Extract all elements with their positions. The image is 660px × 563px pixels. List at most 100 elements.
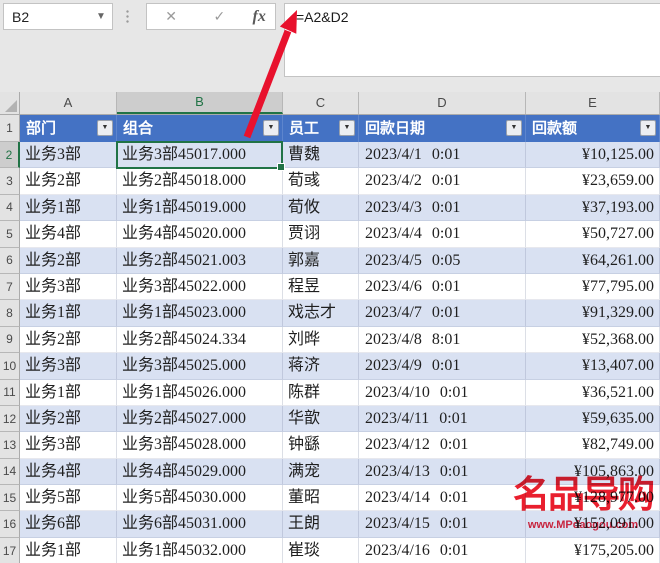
insert-function-icon[interactable]: fx	[253, 8, 266, 26]
filter-dropdown-icon[interactable]: ▼	[640, 120, 656, 136]
cell-c-dept[interactable]: 业务3部	[20, 142, 117, 169]
filter-dropdown-icon[interactable]: ▼	[97, 120, 113, 136]
cell-c-emp[interactable]: 蒋济	[283, 353, 359, 380]
cell-c-amt[interactable]: ¥128,977.00	[526, 485, 660, 512]
column-header-A[interactable]: A	[20, 92, 117, 114]
cell-c-date[interactable]: 2023/4/7 0:01	[359, 300, 526, 327]
cell-c-date[interactable]: 2023/4/4 0:01	[359, 221, 526, 248]
cell-c-date[interactable]: 2023/4/9 0:01	[359, 353, 526, 380]
cell-c-emp[interactable]: 陈群	[283, 379, 359, 406]
cell-c-date[interactable]: 2023/4/8 8:01	[359, 326, 526, 354]
cell-c-dept[interactable]: 业务1部	[20, 300, 117, 327]
cell-c-date[interactable]: 2023/4/13 0:01	[359, 458, 526, 486]
cell-c-combo[interactable]: 业务3部45025.000	[117, 353, 283, 380]
cell-c-emp[interactable]: 王朗	[283, 511, 359, 538]
row-header-2[interactable]: 2	[0, 142, 20, 169]
cell-c-amt[interactable]: ¥52,368.00	[526, 326, 660, 354]
cell-c-dept[interactable]: 业务3部	[20, 432, 117, 459]
cell-c-amt[interactable]: ¥175,205.00	[526, 537, 660, 563]
cell-c-emp[interactable]: 荀攸	[283, 194, 359, 222]
cell-c-date[interactable]: 2023/4/16 0:01	[359, 537, 526, 563]
row-header-14[interactable]: 14	[0, 458, 20, 486]
cell-c-dept[interactable]: 业务1部	[20, 379, 117, 406]
header-cell-c-emp[interactable]: 员工 ▼	[283, 115, 359, 142]
cell-c-date[interactable]: 2023/4/14 0:01	[359, 485, 526, 512]
cell-c-emp[interactable]: 满宠	[283, 458, 359, 486]
filter-dropdown-icon[interactable]: ▼	[263, 120, 279, 136]
cell-c-dept[interactable]: 业务3部	[20, 353, 117, 380]
cell-c-date[interactable]: 2023/4/11 0:01	[359, 405, 526, 433]
header-cell-c-date[interactable]: 回款日期 ▼	[359, 115, 526, 142]
header-cell-c-dept[interactable]: 部门 ▼	[20, 115, 117, 142]
cell-c-amt[interactable]: ¥82,749.00	[526, 432, 660, 459]
formula-bar[interactable]: =A2&D2	[284, 3, 660, 77]
cell-c-emp[interactable]: 刘晔	[283, 326, 359, 354]
row-header-1[interactable]: 1	[0, 115, 20, 142]
cell-c-dept[interactable]: 业务5部	[20, 485, 117, 512]
filter-dropdown-icon[interactable]: ▼	[506, 120, 522, 136]
cell-c-date[interactable]: 2023/4/12 0:01	[359, 432, 526, 459]
cell-c-emp[interactable]: 程昱	[283, 273, 359, 301]
select-all-corner[interactable]	[0, 92, 20, 115]
cell-c-date[interactable]: 2023/4/10 0:01	[359, 379, 526, 406]
cell-c-dept[interactable]: 业务3部	[20, 273, 117, 301]
cell-c-amt[interactable]: ¥10,125.00	[526, 142, 660, 169]
filter-dropdown-icon[interactable]: ▼	[339, 120, 355, 136]
cell-c-combo[interactable]: 业务3部45028.000	[117, 432, 283, 459]
cell-c-combo[interactable]: 业务5部45030.000	[117, 485, 283, 512]
cell-c-combo[interactable]: 业务1部45023.000	[117, 300, 283, 327]
row-header-7[interactable]: 7	[0, 273, 20, 301]
name-box-value[interactable]: B2	[4, 9, 90, 25]
row-header-15[interactable]: 15	[0, 485, 20, 512]
row-header-3[interactable]: 3	[0, 168, 20, 195]
row-header-6[interactable]: 6	[0, 247, 20, 274]
cell-c-combo[interactable]: 业务1部45032.000	[117, 537, 283, 563]
cell-c-combo[interactable]: 业务2部45027.000	[117, 405, 283, 433]
cell-c-emp[interactable]: 曹魏	[283, 142, 359, 169]
cell-c-emp[interactable]: 华歆	[283, 405, 359, 433]
row-header-17[interactable]: 17	[0, 537, 20, 563]
name-box[interactable]: B2 ▼	[3, 3, 113, 30]
column-header-B[interactable]: B	[117, 92, 283, 114]
name-box-dropdown-icon[interactable]: ▼	[90, 11, 112, 22]
cell-c-combo[interactable]: 业务1部45026.000	[117, 379, 283, 406]
row-header-4[interactable]: 4	[0, 194, 20, 222]
cell-c-amt[interactable]: ¥105,863.00	[526, 458, 660, 486]
cell-c-combo[interactable]: 业务1部45019.000	[117, 194, 283, 222]
row-header-13[interactable]: 13	[0, 432, 20, 459]
cell-c-date[interactable]: 2023/4/2 0:01	[359, 168, 526, 195]
cell-c-combo[interactable]: 业务2部45018.000	[117, 168, 283, 195]
cell-c-emp[interactable]: 荀彧	[283, 168, 359, 195]
cell-c-combo[interactable]: 业务3部45017.000	[117, 142, 283, 169]
row-header-5[interactable]: 5	[0, 221, 20, 248]
cell-c-dept[interactable]: 业务2部	[20, 168, 117, 195]
cell-c-date[interactable]: 2023/4/15 0:01	[359, 511, 526, 538]
row-header-12[interactable]: 12	[0, 405, 20, 433]
row-header-16[interactable]: 16	[0, 511, 20, 538]
cell-c-amt[interactable]: ¥152,091.00	[526, 511, 660, 538]
cell-c-amt[interactable]: ¥59,635.00	[526, 405, 660, 433]
row-header-8[interactable]: 8	[0, 300, 20, 327]
cell-c-amt[interactable]: ¥37,193.00	[526, 194, 660, 222]
row-header-9[interactable]: 9	[0, 326, 20, 354]
cell-c-combo[interactable]: 业务3部45022.000	[117, 273, 283, 301]
cell-c-dept[interactable]: 业务2部	[20, 247, 117, 274]
cell-c-combo[interactable]: 业务2部45021.003	[117, 247, 283, 274]
column-header-E[interactable]: E	[526, 92, 660, 114]
cell-c-dept[interactable]: 业务2部	[20, 405, 117, 433]
cell-c-emp[interactable]: 贾诩	[283, 221, 359, 248]
column-header-D[interactable]: D	[359, 92, 526, 114]
cell-c-date[interactable]: 2023/4/1 0:01	[359, 142, 526, 169]
cell-c-date[interactable]: 2023/4/3 0:01	[359, 194, 526, 222]
formula-bar-drag-handle[interactable]	[126, 9, 129, 25]
cancel-icon[interactable]: ✕	[156, 8, 186, 25]
cell-c-amt[interactable]: ¥36,521.00	[526, 379, 660, 406]
cell-c-amt[interactable]: ¥91,329.00	[526, 300, 660, 327]
cell-c-dept[interactable]: 业务6部	[20, 511, 117, 538]
enter-icon[interactable]: ✓	[204, 8, 234, 25]
cell-c-dept[interactable]: 业务4部	[20, 221, 117, 248]
column-header-C[interactable]: C	[283, 92, 359, 114]
cell-c-combo[interactable]: 业务2部45024.334	[117, 326, 283, 354]
cell-c-emp[interactable]: 戏志才	[283, 300, 359, 327]
cell-c-emp[interactable]: 崔琰	[283, 537, 359, 563]
